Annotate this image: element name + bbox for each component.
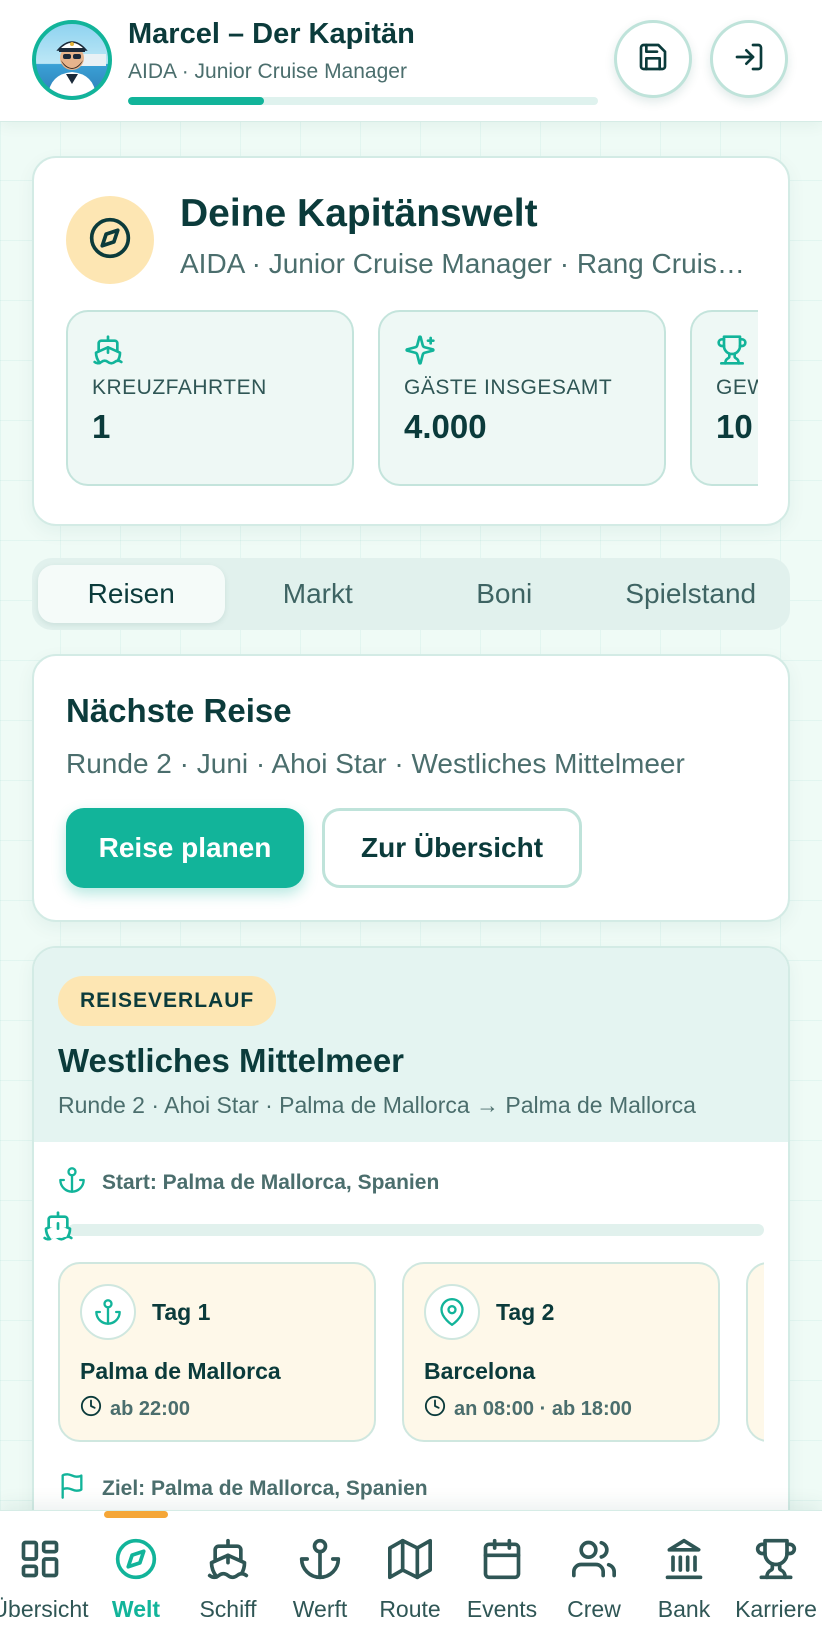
itinerary-header: REISEVERLAUF Westliches Mittelmeer Runde… bbox=[34, 948, 788, 1142]
nav-item-route[interactable]: Route bbox=[364, 1537, 456, 1623]
player-subtitle: AIDA · Junior Cruise Manager bbox=[128, 60, 407, 83]
day-card[interactable]: Tag 2 Barcelona an 08:00 · ab 18:00 bbox=[402, 1262, 720, 1442]
day-port: Palma de Mallorca bbox=[80, 1358, 281, 1384]
player-title: Marcel – Der Kapitän bbox=[128, 18, 415, 50]
xp-progress-bar bbox=[128, 97, 598, 105]
tab-markt[interactable]: Markt bbox=[225, 565, 412, 623]
anchor-icon bbox=[80, 1284, 136, 1340]
nav-label: Schiff bbox=[199, 1596, 257, 1622]
start-port-line: Start: Palma de Mallorca, Spanien bbox=[58, 1166, 439, 1199]
map-icon bbox=[388, 1537, 432, 1586]
day-time-row: an 08:00 · ab 18:00 bbox=[424, 1395, 698, 1423]
active-nav-indicator bbox=[104, 1511, 168, 1518]
captain-world-card: Deine Kapitänswelt AIDA · Junior Cruise … bbox=[32, 156, 790, 526]
clock-icon bbox=[80, 1395, 102, 1423]
day-card[interactable] bbox=[746, 1262, 764, 1442]
day-label: Tag 2 bbox=[496, 1298, 555, 1325]
ship-icon bbox=[42, 1210, 74, 1247]
anchor-icon bbox=[58, 1166, 86, 1199]
overview-button[interactable]: Zur Übersicht bbox=[322, 808, 582, 888]
itinerary-title: Westliches Mittelmeer bbox=[58, 1042, 405, 1079]
nav-label: Bank bbox=[657, 1596, 711, 1622]
itinerary-days-carousel[interactable]: Tag 1 Palma de Mallorca ab 22:00 Tag 2 B… bbox=[58, 1262, 764, 1446]
nav-label: Events bbox=[466, 1596, 538, 1622]
stat-card-wins: GEW 10 bbox=[690, 310, 758, 486]
destination-port-line: Ziel: Palma de Mallorca, Spanien bbox=[58, 1472, 428, 1505]
log-in-icon bbox=[733, 41, 765, 78]
app-header: Marcel – Der Kapitän AIDA · Junior Cruis… bbox=[0, 0, 822, 122]
stat-value: 4.000 bbox=[404, 408, 487, 445]
dashboard-icon bbox=[18, 1537, 62, 1586]
flag-icon bbox=[58, 1472, 86, 1505]
calendar-icon bbox=[480, 1537, 524, 1586]
itinerary-badge: REISEVERLAUF bbox=[58, 976, 277, 1026]
nav-label: Werft bbox=[292, 1596, 348, 1622]
map-pin-icon bbox=[424, 1284, 480, 1340]
nav-label: Route bbox=[379, 1596, 441, 1622]
day-card[interactable]: Tag 1 Palma de Mallorca ab 22:00 bbox=[58, 1262, 376, 1442]
nav-item-werft[interactable]: Werft bbox=[274, 1537, 366, 1623]
nav-label: Übersicht bbox=[0, 1596, 89, 1622]
tab-boni[interactable]: Boni bbox=[411, 565, 598, 623]
trophy-icon bbox=[716, 334, 748, 366]
stat-label: GÄSTE INSGESAMT bbox=[404, 376, 613, 399]
day-time-row: ab 22:00 bbox=[80, 1395, 354, 1423]
nav-item-karriere[interactable]: Karriere bbox=[730, 1537, 822, 1623]
nav-item-schiff[interactable]: Schiff bbox=[182, 1537, 274, 1623]
voyage-progress-bar bbox=[68, 1224, 764, 1236]
nav-label: Karriere bbox=[735, 1596, 817, 1622]
sparkles-icon bbox=[404, 334, 436, 366]
nav-item-crew[interactable]: Crew bbox=[548, 1537, 640, 1623]
stat-label: GEW bbox=[716, 376, 758, 399]
day-label: Tag 1 bbox=[152, 1298, 211, 1325]
compass-icon bbox=[88, 216, 132, 265]
trophy-icon bbox=[754, 1537, 798, 1586]
nav-item-welt[interactable]: Welt bbox=[90, 1537, 182, 1623]
nav-label: Welt bbox=[111, 1596, 161, 1622]
next-trip-details: Runde 2 · Juni · Ahoi Star · Westliches … bbox=[66, 748, 685, 779]
stat-card-cruises: KREUZFAHRTEN 1 bbox=[66, 310, 354, 486]
stat-label: KREUZFAHRTEN bbox=[92, 376, 267, 399]
compass-icon bbox=[114, 1537, 158, 1586]
clock-icon bbox=[424, 1395, 446, 1423]
save-button[interactable] bbox=[614, 20, 692, 98]
users-icon bbox=[572, 1537, 616, 1586]
world-subtitle: AIDA · Junior Cruise Manager · Rang Crui… bbox=[180, 248, 760, 279]
bottom-navigation: Übersicht Welt Schiff Werft Route Events… bbox=[0, 1510, 822, 1640]
compass-badge bbox=[66, 196, 154, 284]
tab-spielstand[interactable]: Spielstand bbox=[598, 565, 785, 623]
nav-item-bank[interactable]: Bank bbox=[638, 1537, 730, 1623]
plan-trip-button[interactable]: Reise planen bbox=[66, 808, 304, 888]
section-tabs: Reisen Markt Boni Spielstand bbox=[32, 558, 790, 630]
ship-icon bbox=[92, 334, 124, 366]
destination-port-text: Ziel: Palma de Mallorca, Spanien bbox=[102, 1476, 428, 1500]
itinerary-subtitle: Runde 2 · Ahoi Star · Palma de Mallorca … bbox=[58, 1092, 696, 1118]
nav-item-uebersicht[interactable]: Übersicht bbox=[0, 1537, 89, 1623]
nav-label: Crew bbox=[567, 1596, 621, 1622]
anchor-icon bbox=[298, 1537, 342, 1586]
captain-avatar[interactable] bbox=[32, 20, 112, 100]
save-icon bbox=[637, 41, 669, 78]
world-title: Deine Kapitänswelt bbox=[180, 192, 538, 235]
day-time: ab 22:00 bbox=[110, 1397, 191, 1420]
logout-button[interactable] bbox=[710, 20, 788, 98]
stat-value: 10 bbox=[716, 408, 753, 445]
next-trip-card: Nächste Reise Runde 2 · Juni · Ahoi Star… bbox=[32, 654, 790, 922]
day-port: Barcelona bbox=[424, 1358, 536, 1384]
ship-icon bbox=[206, 1537, 250, 1586]
stats-carousel[interactable]: KREUZFAHRTEN 1 GÄSTE INSGESAMT 4.000 GE … bbox=[66, 310, 758, 490]
stat-card-guests: GÄSTE INSGESAMT 4.000 bbox=[378, 310, 666, 486]
tab-reisen[interactable]: Reisen bbox=[38, 565, 225, 623]
next-trip-title: Nächste Reise bbox=[66, 692, 292, 729]
stat-value: 1 bbox=[92, 408, 111, 445]
start-port-text: Start: Palma de Mallorca, Spanien bbox=[102, 1170, 440, 1194]
day-time: an 08:00 · ab 18:00 bbox=[454, 1397, 632, 1420]
xp-progress-fill bbox=[128, 97, 265, 105]
nav-item-events[interactable]: Events bbox=[456, 1537, 548, 1623]
bank-icon bbox=[662, 1537, 706, 1586]
itinerary-card: REISEVERLAUF Westliches Mittelmeer Runde… bbox=[32, 946, 790, 1586]
